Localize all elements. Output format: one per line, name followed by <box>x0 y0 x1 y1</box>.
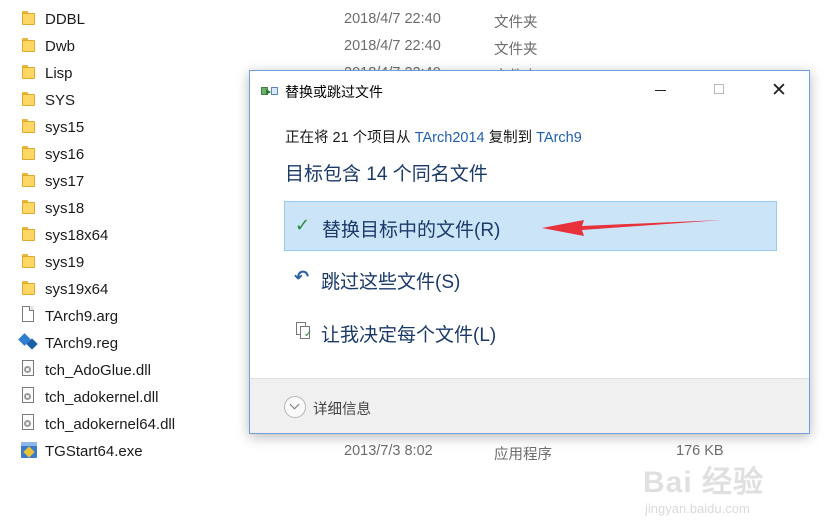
folder-icon <box>22 92 36 106</box>
file-name: sys15 <box>45 119 85 136</box>
skip-files-label: 跳过这些文件(S) <box>321 272 461 293</box>
folder-icon <box>22 254 36 268</box>
watermark-url: jingyan.baidu.com <box>645 501 750 516</box>
baidu-jingyan-watermark: Bai 经验 jingyan.baidu.com <box>643 455 833 525</box>
file-row[interactable]: DDBL 2018/4/7 22:40 文件夹 <box>0 5 837 32</box>
dialog-title: 替换或跳过文件 <box>285 84 383 100</box>
file-name: sys19 <box>45 254 85 271</box>
check-icon: ✓ <box>295 215 311 236</box>
maximize-icon <box>714 84 724 94</box>
folder-icon <box>22 146 36 160</box>
folder-icon <box>22 173 36 187</box>
chevron-down-icon <box>289 399 300 410</box>
undo-icon: ↶ <box>294 267 310 288</box>
file-name: SYS <box>45 92 76 109</box>
replace-files-label: 替换目标中的文件(R) <box>322 220 501 241</box>
annotation-arrow <box>542 220 722 236</box>
file-name: TArch9.reg <box>45 335 119 352</box>
folder-icon <box>22 119 36 133</box>
folder-icon <box>22 200 36 214</box>
file-name: sys18x64 <box>45 227 109 244</box>
dll-icon <box>22 387 36 403</box>
file-type: 应用程序 <box>494 447 552 463</box>
close-button[interactable]: ✕ <box>754 71 800 111</box>
minimize-button[interactable] <box>638 71 684 111</box>
copy-progress-text: 正在将 21 个项目从 TArch2014 复制到 TArch9 <box>285 126 582 147</box>
decide-each-file-option[interactable]: ✓ 让我决定每个文件(L) <box>284 307 777 357</box>
file-date: 2018/4/7 22:40 <box>344 11 441 27</box>
file-date: 2018/4/7 22:40 <box>344 38 441 54</box>
copy-files-icon <box>261 85 279 97</box>
expand-details-button[interactable] <box>284 396 306 418</box>
details-label[interactable]: 详细信息 <box>313 398 371 419</box>
registry-icon <box>18 333 38 350</box>
file-name: tch_adokernel64.dll <box>45 416 176 433</box>
progress-middle: 复制到 <box>484 130 537 146</box>
dll-icon <box>22 414 36 430</box>
file-name: Dwb <box>45 38 76 55</box>
progress-prefix: 正在将 21 个项目从 <box>285 130 415 146</box>
dll-icon <box>22 360 36 376</box>
file-name: tch_AdoGlue.dll <box>45 362 151 379</box>
replace-or-skip-dialog: 替换或跳过文件 ✕ 正在将 21 个项目从 TArch2014 复制到 TArc… <box>249 70 810 434</box>
minimize-icon <box>655 90 666 91</box>
replace-files-option[interactable]: ✓ 替换目标中的文件(R) <box>284 201 777 251</box>
folder-icon <box>22 38 36 52</box>
document-icon <box>22 306 36 322</box>
folder-icon <box>22 281 36 295</box>
dialog-titlebar[interactable]: 替换或跳过文件 ✕ <box>250 71 809 111</box>
source-folder-link[interactable]: TArch2014 <box>415 130 485 146</box>
dialog-footer: 详细信息 <box>250 378 809 433</box>
file-name: sys17 <box>45 173 85 190</box>
folder-icon <box>22 227 36 241</box>
file-name: sys16 <box>45 146 85 163</box>
close-icon: ✕ <box>771 79 787 101</box>
maximize-button <box>696 71 742 111</box>
file-name: tch_adokernel.dll <box>45 389 159 406</box>
skip-files-option[interactable]: ↶ 跳过这些文件(S) <box>284 254 777 304</box>
file-name: TArch9.arg <box>45 308 119 325</box>
file-name: TGStart64.exe <box>45 443 143 460</box>
file-type: 文件夹 <box>494 15 538 31</box>
decide-each-file-label: 让我决定每个文件(L) <box>321 325 497 346</box>
folder-icon <box>22 65 36 79</box>
compare-files-icon: ✓ <box>294 321 314 341</box>
file-name: DDBL <box>45 11 86 28</box>
file-name: sys18 <box>45 200 85 217</box>
file-type: 文件夹 <box>494 42 538 58</box>
destination-folder-link[interactable]: TArch9 <box>536 130 582 146</box>
file-name: sys19x64 <box>45 281 109 298</box>
file-date: 2013/7/3 8:02 <box>344 443 433 459</box>
folder-icon <box>22 11 36 25</box>
conflict-headline: 目标包含 14 个同名文件 <box>285 164 488 185</box>
exe-icon <box>21 442 37 458</box>
watermark-brand: Bai 经验 <box>643 466 765 499</box>
file-row[interactable]: Dwb 2018/4/7 22:40 文件夹 <box>0 32 837 59</box>
file-name: Lisp <box>45 65 73 82</box>
